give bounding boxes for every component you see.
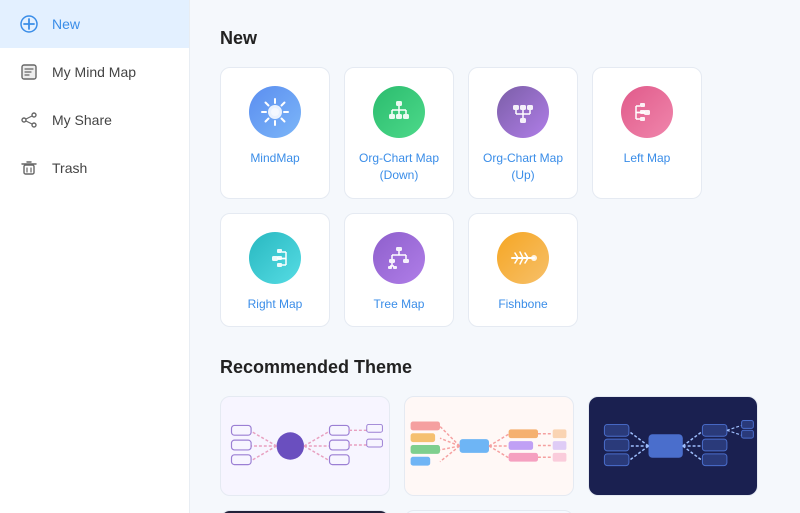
orgdown-icon: [373, 86, 425, 138]
orgup-label: Org-Chart Map (Up): [479, 150, 567, 184]
sidebar-item-new[interactable]: New: [0, 0, 189, 48]
theme-card-3[interactable]: [588, 396, 758, 496]
sidebar: New My Mind Map My Share: [0, 0, 190, 513]
leftmap-icon: [621, 86, 673, 138]
plus-icon: [18, 13, 40, 35]
template-card-fishbone[interactable]: Fishbone: [468, 213, 578, 328]
theme-card-1[interactable]: [220, 396, 390, 496]
rightmap-label: Right Map: [248, 296, 303, 313]
sidebar-item-trash-label: Trash: [52, 160, 87, 176]
trash-icon: [18, 157, 40, 179]
mindmap-icon: [249, 86, 301, 138]
recommended-section-title: Recommended Theme: [220, 357, 770, 378]
sidebar-item-my-share-label: My Share: [52, 112, 112, 128]
theme-card-2[interactable]: [404, 396, 574, 496]
template-card-rightmap[interactable]: Right Map: [220, 213, 330, 328]
fishbone-label: Fishbone: [498, 296, 547, 313]
leftmap-label: Left Map: [624, 150, 671, 167]
main-content: New MindMap: [190, 0, 800, 513]
treemap-icon: [373, 232, 425, 284]
template-card-orgdown[interactable]: Org-Chart Map(Down): [344, 67, 454, 199]
template-grid: MindMap Org-Chart Map(Down): [220, 67, 770, 327]
template-card-mindmap[interactable]: MindMap: [220, 67, 330, 199]
sidebar-item-my-mind-map[interactable]: My Mind Map: [0, 48, 189, 96]
template-card-treemap[interactable]: Tree Map: [344, 213, 454, 328]
rightmap-icon: [249, 232, 301, 284]
share-icon: [18, 109, 40, 131]
new-section-title: New: [220, 28, 770, 49]
template-card-leftmap[interactable]: Left Map: [592, 67, 702, 199]
orgup-icon: [497, 86, 549, 138]
document-icon: [18, 61, 40, 83]
mindmap-label: MindMap: [250, 150, 299, 167]
sidebar-item-trash[interactable]: Trash: [0, 144, 189, 192]
sidebar-item-my-share[interactable]: My Share: [0, 96, 189, 144]
template-card-orgup[interactable]: Org-Chart Map (Up): [468, 67, 578, 199]
sidebar-item-my-mind-map-label: My Mind Map: [52, 64, 136, 80]
sidebar-item-new-label: New: [52, 16, 80, 32]
treemap-label: Tree Map: [374, 296, 425, 313]
fishbone-icon: [497, 232, 549, 284]
theme-grid: [220, 396, 770, 513]
orgdown-label: Org-Chart Map(Down): [359, 150, 439, 184]
